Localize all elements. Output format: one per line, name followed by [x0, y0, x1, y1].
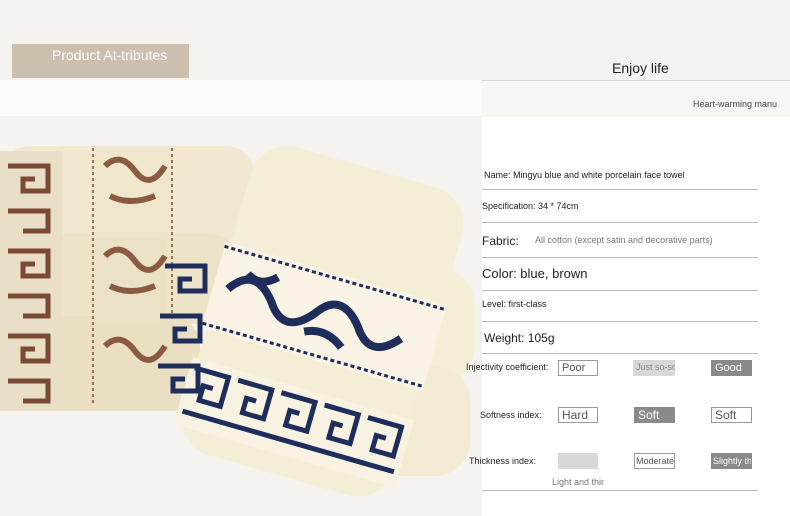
divider: [482, 353, 758, 354]
divider: [482, 257, 758, 258]
softness-option-hard: Hard: [558, 407, 598, 423]
towel-illustration: [0, 146, 475, 497]
attr-color: Color: blue, brown: [482, 266, 588, 281]
page-title: Product At-tributes: [52, 47, 168, 63]
softness-option-soft: Soft: [711, 407, 752, 423]
divider: [482, 490, 758, 491]
divider: [482, 290, 758, 291]
injectivity-option-so-so: Just so-so: [633, 360, 675, 376]
softness-option-soft-mid: Soft: [634, 407, 675, 423]
tagline-text: Heart-warming manu: [693, 99, 778, 109]
thickness-option-moderate: Moderate: [634, 453, 675, 469]
attr-weight: Weight: 105g: [484, 331, 555, 345]
divider: [482, 222, 758, 223]
thickness-label: Thickness index:: [469, 456, 537, 466]
divider: [482, 321, 758, 322]
towel-photo: [0, 116, 482, 516]
attributes-title-box: Product At-tributes: [12, 44, 189, 78]
attr-level: Level: first-class: [482, 299, 547, 309]
thickness-option-light: [558, 453, 598, 469]
attr-name: Name: Mingyu blue and white porcelain fa…: [484, 170, 685, 180]
divider: [482, 189, 758, 190]
thickness-note: Light and thir: [552, 477, 605, 487]
attr-fabric-value: All cotton (except satin and decorative …: [535, 235, 713, 245]
attr-specification: Specification: 34 * 74cm: [482, 201, 579, 211]
injectivity-option-poor: Poor: [558, 360, 598, 376]
softness-label: Softness index:: [480, 410, 542, 420]
injectivity-option-good: Good: [711, 360, 752, 376]
injectivity-label: Injectivity coefficient:: [466, 362, 549, 372]
thickness-option-thicker: Slightly thicker: [711, 453, 752, 469]
photo-top-band: [0, 80, 482, 116]
enjoy-life-heading: Enjoy life: [612, 60, 669, 76]
attr-fabric-label: Fabric:: [482, 234, 519, 248]
